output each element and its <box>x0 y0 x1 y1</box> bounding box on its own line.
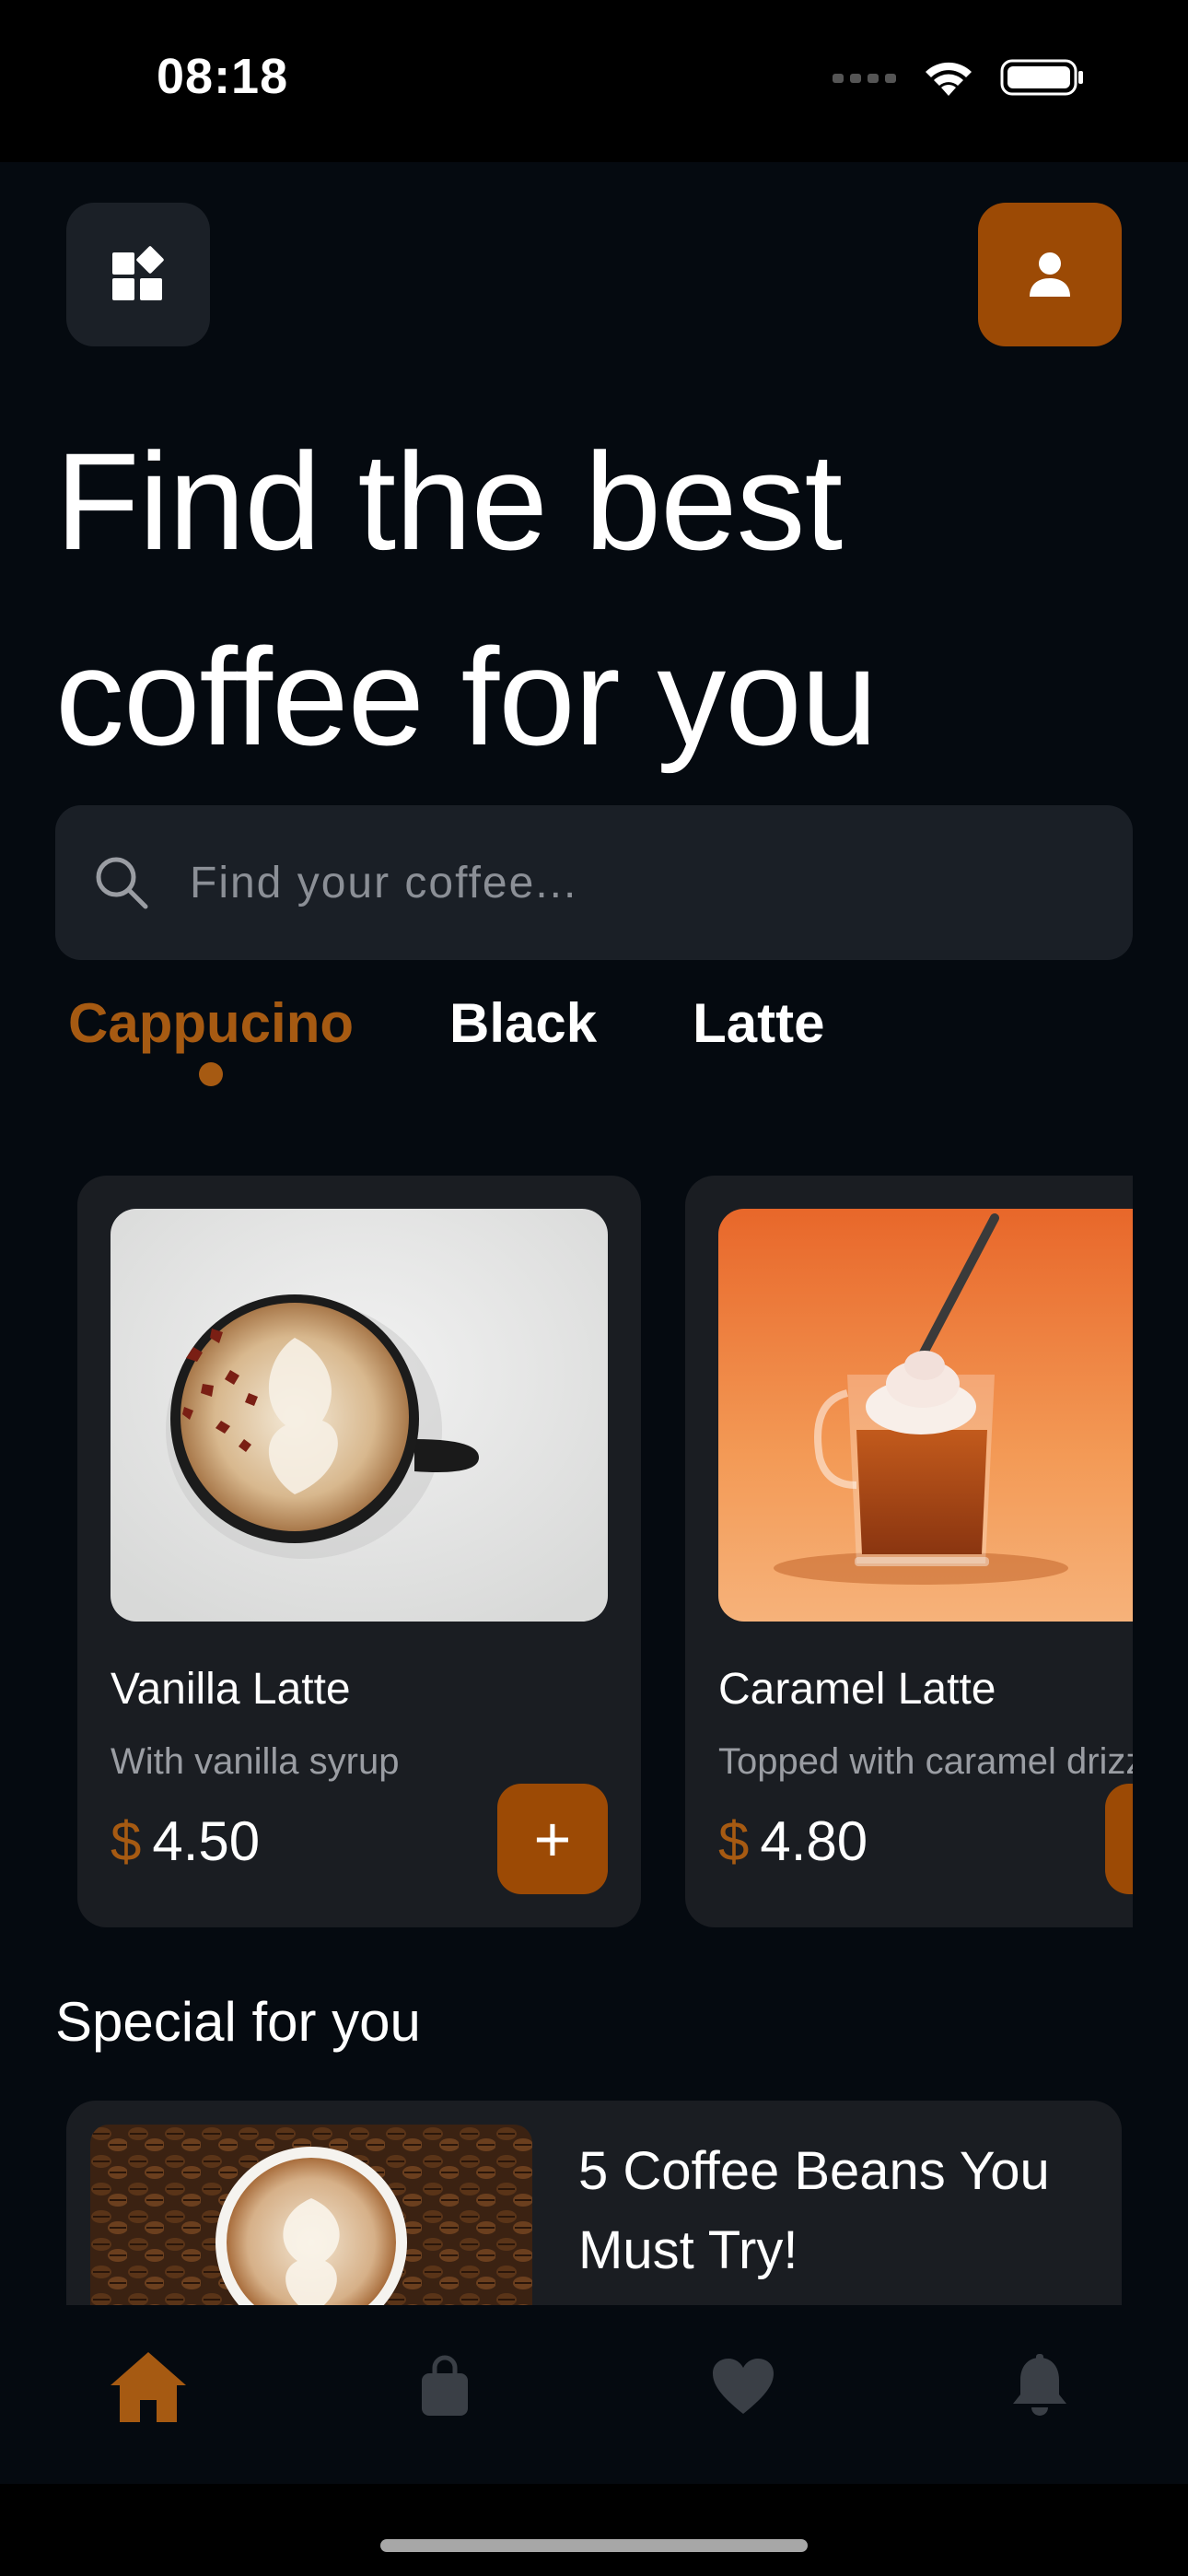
product-price: $4.80 <box>718 1809 868 1873</box>
special-article-card[interactable]: 5 Coffee Beans You Must Try! <box>66 2101 1122 2340</box>
home-indicator[interactable] <box>380 2539 808 2552</box>
product-description: With vanilla syrup <box>111 1741 400 1782</box>
headline-line-1: Find the best <box>55 424 843 579</box>
product-card-vanilla-latte[interactable]: Vanilla Latte With vanilla syrup $4.50 + <box>77 1176 641 1927</box>
active-tab-indicator <box>199 1062 223 1086</box>
tab-label: Cappucino <box>68 992 354 1054</box>
add-to-cart-button[interactable]: + <box>1105 1784 1133 1894</box>
product-card-caramel-latte[interactable]: Caramel Latte Topped with caramel drizzl… <box>685 1176 1133 1927</box>
nav-cart[interactable] <box>403 2346 486 2429</box>
tab-label: Black <box>449 992 598 1054</box>
tab-cappucino[interactable]: Cappucino <box>68 991 354 1092</box>
app-screen: Find the best coffee for you Cappucino B… <box>0 162 1188 2484</box>
product-image <box>718 1209 1133 1622</box>
wifi-icon <box>926 62 972 96</box>
product-name: Vanilla Latte <box>111 1665 351 1714</box>
product-image <box>111 1209 608 1622</box>
tab-black[interactable]: Black <box>449 991 597 1092</box>
price-value: 4.50 <box>152 1810 261 1872</box>
special-article-title: 5 Coffee Beans You Must Try! <box>578 2141 1050 2280</box>
bell-icon <box>1013 2354 1066 2416</box>
product-price: $4.50 <box>111 1809 260 1873</box>
product-name: Caramel Latte <box>718 1665 996 1714</box>
category-tabs: Cappucino Black Latte <box>68 991 920 1092</box>
nav-home[interactable] <box>107 2346 190 2429</box>
nav-favorites[interactable] <box>702 2346 785 2429</box>
dashboard-icon <box>112 246 164 300</box>
profile-button[interactable] <box>978 203 1122 346</box>
nav-notifications[interactable] <box>998 2346 1081 2429</box>
status-icons <box>833 57 1085 98</box>
price-value: 4.80 <box>760 1810 868 1872</box>
product-description: Topped with caramel drizzle <box>718 1741 1133 1782</box>
tab-latte[interactable]: Latte <box>693 991 824 1092</box>
search-icon <box>96 857 148 909</box>
add-to-cart-button[interactable]: + <box>497 1784 608 1894</box>
plus-icon: + <box>533 1803 572 1875</box>
heart-icon <box>713 2359 774 2414</box>
status-time: 08:18 <box>157 49 289 104</box>
home-icon <box>111 2352 186 2422</box>
search-bar[interactable] <box>55 805 1133 960</box>
bottom-navigation <box>0 2305 1188 2484</box>
currency-symbol: $ <box>111 1810 142 1872</box>
section-title-special: Special for you <box>55 1991 421 2053</box>
status-bar: 08:18 <box>0 0 1188 162</box>
currency-symbol: $ <box>718 1810 750 1872</box>
tab-label: Latte <box>693 992 825 1054</box>
page-title: Find the best coffee for you <box>55 404 1124 794</box>
bag-icon <box>422 2355 468 2416</box>
product-carousel[interactable]: Vanilla Latte With vanilla syrup $4.50 + <box>77 1176 1133 1931</box>
menu-button[interactable] <box>66 203 210 346</box>
cellular-signal-icon <box>833 74 896 83</box>
search-input[interactable] <box>188 856 1020 909</box>
user-icon <box>1030 252 1070 297</box>
battery-icon <box>1000 59 1083 96</box>
headline-line-2: coffee for you <box>55 619 878 774</box>
